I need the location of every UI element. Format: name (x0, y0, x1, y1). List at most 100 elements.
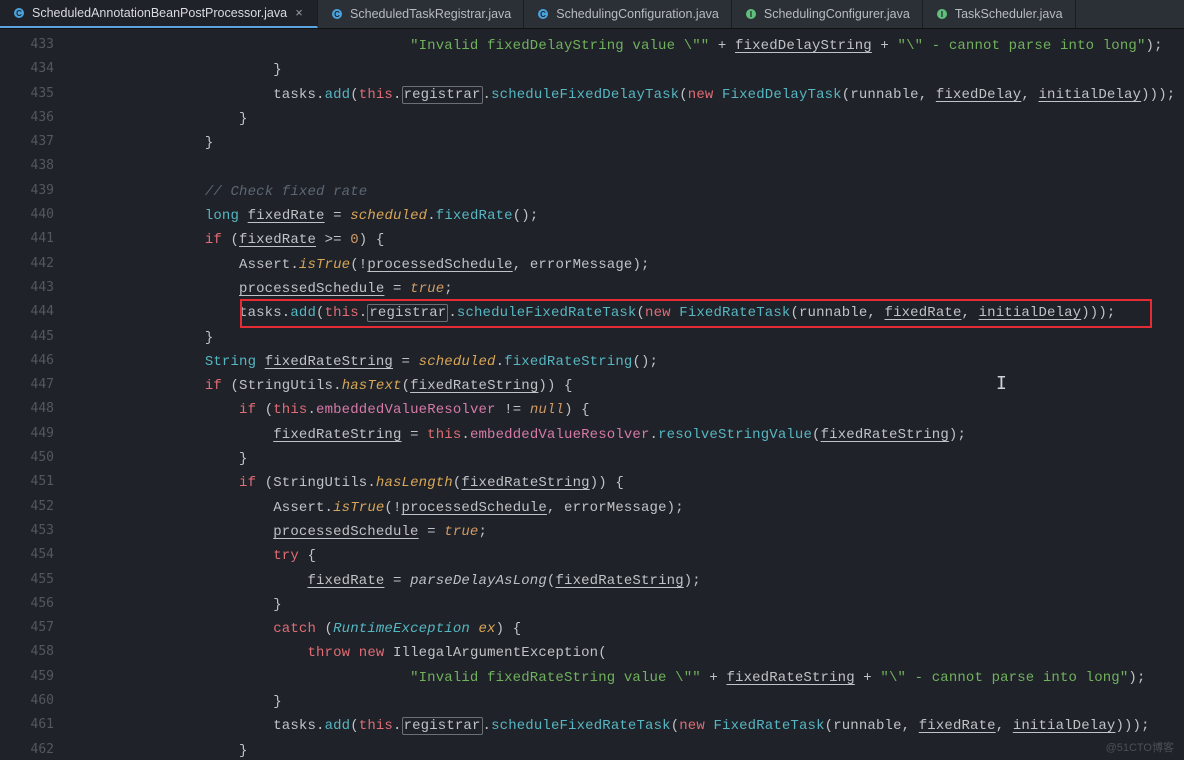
code-token: ); (684, 573, 701, 589)
code-token: if (239, 475, 256, 491)
code-token: } (239, 451, 248, 467)
svg-text:C: C (334, 10, 340, 19)
code-token: fixedRateString (410, 378, 538, 394)
line-number: 441 (0, 227, 54, 251)
code-token: ); (1146, 38, 1163, 54)
code-token: new (645, 305, 671, 321)
code-token: ( (825, 718, 834, 734)
code-line[interactable]: Assert.isTrue(!processedSchedule, errorM… (68, 252, 1184, 276)
code-line[interactable]: "Invalid fixedDelayString value \"" + fi… (68, 33, 1184, 57)
code-token: runnable (799, 305, 867, 321)
code-token: "Invalid fixedDelayString value \"" (410, 38, 709, 54)
code-token: ))); (1141, 87, 1175, 103)
code-line[interactable]: processedSchedule = true; (68, 276, 1184, 300)
code-line[interactable]: throw new IllegalArgumentException( (68, 640, 1184, 664)
code-line[interactable]: } (68, 57, 1184, 81)
code-line[interactable]: } (68, 446, 1184, 470)
code-token: { (299, 548, 316, 564)
code-token: . (316, 718, 325, 734)
code-token (350, 645, 359, 661)
code-line[interactable]: // Check fixed rate (68, 179, 1184, 203)
code-token: this (359, 87, 393, 103)
code-line[interactable]: tasks.add(this.registrar.scheduleFixedRa… (68, 300, 1184, 324)
editor[interactable]: 4334344354364374384394404414424434444454… (0, 29, 1184, 760)
code-token: . (333, 378, 342, 394)
code-line[interactable]: } (68, 689, 1184, 713)
editor-tab[interactable]: CSchedulingConfiguration.java (524, 0, 732, 28)
code-token: ( (812, 427, 821, 443)
code-token: add (290, 305, 316, 321)
code-line[interactable]: } (68, 738, 1184, 760)
code-line[interactable]: processedSchedule = true; (68, 519, 1184, 543)
code-line[interactable]: if (StringUtils.hasText(fixedRateString)… (68, 373, 1184, 397)
code-token: )) { (590, 475, 624, 491)
code-line[interactable]: Assert.isTrue(!processedSchedule, errorM… (68, 495, 1184, 519)
editor-tab[interactable]: ISchedulingConfigurer.java (732, 0, 923, 28)
code-token: scheduleFixedRateTask (491, 718, 671, 734)
svg-text:C: C (540, 10, 546, 19)
code-token: ); (949, 427, 966, 443)
code-line[interactable]: "Invalid fixedRateString value \"" + fix… (68, 665, 1184, 689)
line-number: 436 (0, 106, 54, 130)
code-token: Assert (239, 257, 290, 273)
line-number: 456 (0, 592, 54, 616)
code-token: try (273, 548, 299, 564)
code-line[interactable]: } (68, 130, 1184, 154)
code-token: runnable (850, 87, 918, 103)
code-token: ))); (1115, 718, 1149, 734)
code-token: fixedRate (885, 305, 962, 321)
code-token: (! (350, 257, 367, 273)
code-token: . (427, 208, 436, 224)
code-token: , (547, 500, 564, 516)
code-line[interactable] (68, 154, 1184, 178)
code-line[interactable]: fixedRate = parseDelayAsLong(fixedRateSt… (68, 568, 1184, 592)
line-number: 445 (0, 325, 54, 349)
code-token: "\" - cannot parse into long" (898, 38, 1146, 54)
code-token (713, 87, 722, 103)
code-token: . (290, 257, 299, 273)
code-token: (! (384, 500, 401, 516)
code-token: } (205, 330, 214, 346)
code-token: } (239, 111, 248, 127)
code-token: 0 (350, 232, 359, 248)
code-token: , (513, 257, 530, 273)
code-line[interactable]: tasks.add(this.registrar.scheduleFixedDe… (68, 82, 1184, 106)
code-token: embeddedValueResolver (470, 427, 650, 443)
code-token: } (273, 62, 282, 78)
code-token: StringUtils (239, 378, 333, 394)
code-line[interactable]: } (68, 325, 1184, 349)
editor-tab[interactable]: CScheduledAnnotationBeanPostProcessor.ja… (0, 0, 318, 28)
close-icon[interactable]: × (293, 7, 305, 19)
code-line[interactable]: String fixedRateString = scheduled.fixed… (68, 349, 1184, 373)
code-line[interactable]: fixedRateString = this.embeddedValueReso… (68, 422, 1184, 446)
code-token: FixedDelayTask (722, 87, 842, 103)
code-line[interactable]: } (68, 106, 1184, 130)
code-token: resolveStringValue (658, 427, 812, 443)
code-token: . (483, 718, 492, 734)
code-token: embeddedValueResolver (316, 402, 496, 418)
code-token: (); (513, 208, 539, 224)
code-line[interactable]: if (fixedRate >= 0) { (68, 227, 1184, 251)
editor-tab[interactable]: ITaskScheduler.java (923, 0, 1076, 28)
code-token: // Check fixed rate (205, 184, 367, 200)
line-number: 453 (0, 519, 54, 543)
code-area[interactable]: "Invalid fixedDelayString value \"" + fi… (68, 29, 1184, 760)
code-token: isTrue (299, 257, 350, 273)
code-token: fixedRate (919, 718, 996, 734)
code-line[interactable]: tasks.add(this.registrar.scheduleFixedRa… (68, 713, 1184, 737)
code-line[interactable]: } (68, 592, 1184, 616)
code-line[interactable]: if (this.embeddedValueResolver != null) … (68, 397, 1184, 421)
code-token: tasks (273, 718, 316, 734)
code-token: fixedRateString (265, 354, 393, 370)
code-line[interactable]: catch (RuntimeException ex) { (68, 616, 1184, 640)
line-number: 446 (0, 349, 54, 373)
editor-tab[interactable]: CScheduledTaskRegistrar.java (318, 0, 524, 28)
code-token: } (239, 743, 248, 759)
code-token: + (872, 38, 898, 54)
code-token: tasks (239, 305, 282, 321)
code-token: fixedDelay (936, 87, 1022, 103)
code-line[interactable]: try { (68, 543, 1184, 567)
code-token: . (448, 305, 457, 321)
code-line[interactable]: long fixedRate = scheduled.fixedRate(); (68, 203, 1184, 227)
code-line[interactable]: if (StringUtils.hasLength(fixedRateStrin… (68, 470, 1184, 494)
